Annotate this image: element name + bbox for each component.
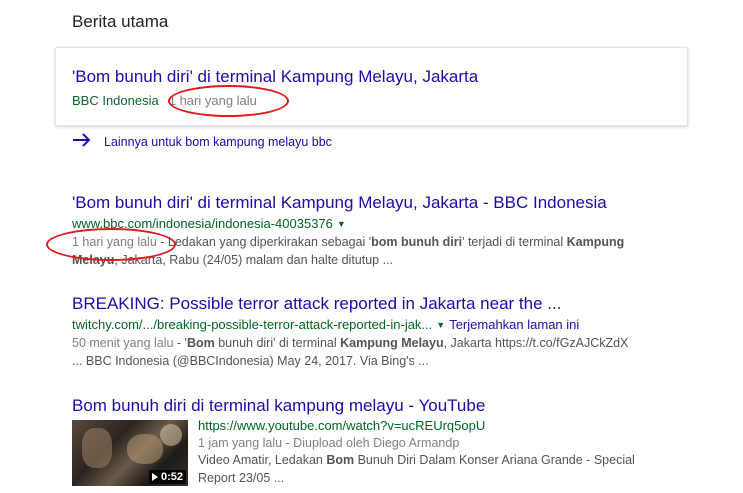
- play-icon: [151, 473, 158, 481]
- snippet-highlight: Bom: [326, 453, 355, 467]
- snippet-text: , Jakarta, Rabu (24/05) malam dan halte …: [114, 253, 394, 267]
- translate-link[interactable]: Terjemahkan laman ini: [449, 317, 579, 332]
- video-meta: 1 jam yang lalu - Diupload oleh Diego Ar…: [198, 436, 460, 450]
- more-news-link[interactable]: Lainnya untuk bom kampung melayu bbc: [72, 133, 332, 150]
- snippet-text: Bunuh Diri Dalam Konser Ariana Grande - …: [354, 453, 635, 467]
- caret-down-icon[interactable]: ▼: [436, 320, 445, 330]
- result-snippet: Video Amatir, Ledakan Bom Bunuh Diri Dal…: [198, 451, 668, 487]
- top-story-time: 1 hari yang lalu: [168, 93, 257, 108]
- snippet-text: - Ledakan yang diperkirakan sebagai ': [156, 235, 372, 249]
- result-url: www.bbc.com/indonesia/indonesia-40035376…: [72, 216, 712, 231]
- snippet-text: ' terjadi di terminal: [462, 235, 567, 249]
- snippet-highlight: Kampung: [566, 235, 625, 249]
- snippet-highlight: bom bunuh diri: [371, 235, 463, 249]
- result-date: 50 menit yang lalu: [72, 336, 174, 350]
- snippet-text: Video Amatir, Ledakan: [198, 453, 327, 467]
- top-story-card[interactable]: 'Bom bunuh diri' di terminal Kampung Mel…: [55, 47, 688, 126]
- arrow-right-icon: [72, 133, 92, 150]
- result-date: 1 hari yang lalu: [72, 235, 157, 249]
- result-url-text: twitchy.com/.../breaking-possible-terror…: [72, 317, 433, 332]
- result-title[interactable]: 'Bom bunuh diri' di terminal Kampung Mel…: [72, 193, 712, 213]
- duration-text: 0:52: [160, 471, 183, 483]
- caret-down-icon[interactable]: ▼: [337, 219, 346, 229]
- video-info: https://www.youtube.com/watch?v=ucREUrq5…: [198, 418, 668, 487]
- snippet-text: bunuh diri' di terminal: [214, 336, 341, 350]
- snippet-highlight: Kampung Melayu: [340, 336, 444, 350]
- result-url: twitchy.com/.../breaking-possible-terror…: [72, 317, 712, 332]
- snippet-text: ... BBC Indonesia (@BBCIndonesia) May 24…: [72, 354, 429, 368]
- video-duration: 0:52: [148, 470, 186, 484]
- snippet-text: Report 23/05 ...: [198, 471, 285, 485]
- top-story-title[interactable]: 'Bom bunuh diri' di terminal Kampung Mel…: [72, 67, 478, 87]
- result-snippet: 1 hari yang lalu - Ledakan yang diperkir…: [72, 233, 712, 269]
- section-title: Berita utama: [72, 12, 169, 31]
- video-thumbnail[interactable]: 0:52: [72, 420, 188, 486]
- result-url-text: www.bbc.com/indonesia/indonesia-40035376: [72, 216, 333, 231]
- search-result: 'Bom bunuh diri' di terminal Kampung Mel…: [72, 193, 712, 269]
- result-snippet: 50 menit yang lalu - 'Bom bunuh diri' di…: [72, 334, 712, 370]
- snippet-highlight: Bom: [186, 336, 215, 350]
- top-story-source: BBC Indonesia: [72, 93, 159, 108]
- top-story-meta: BBC Indonesia 1 hari yang lalu: [72, 93, 257, 108]
- snippet-highlight: Melayu: [72, 253, 115, 267]
- video-result: Bom bunuh diri di terminal kampung melay…: [72, 396, 712, 416]
- result-title[interactable]: Bom bunuh diri di terminal kampung melay…: [72, 396, 712, 416]
- search-result: BREAKING: Possible terror attack reporte…: [72, 294, 712, 370]
- snippet-text: - ': [173, 336, 187, 350]
- result-url: https://www.youtube.com/watch?v=ucREUrq5…: [198, 418, 486, 433]
- result-title[interactable]: BREAKING: Possible terror attack reporte…: [72, 294, 712, 314]
- more-news-label: Lainnya untuk bom kampung melayu bbc: [104, 134, 332, 149]
- snippet-text: , Jakarta https://t.co/fGzAJCkZdX: [443, 336, 629, 350]
